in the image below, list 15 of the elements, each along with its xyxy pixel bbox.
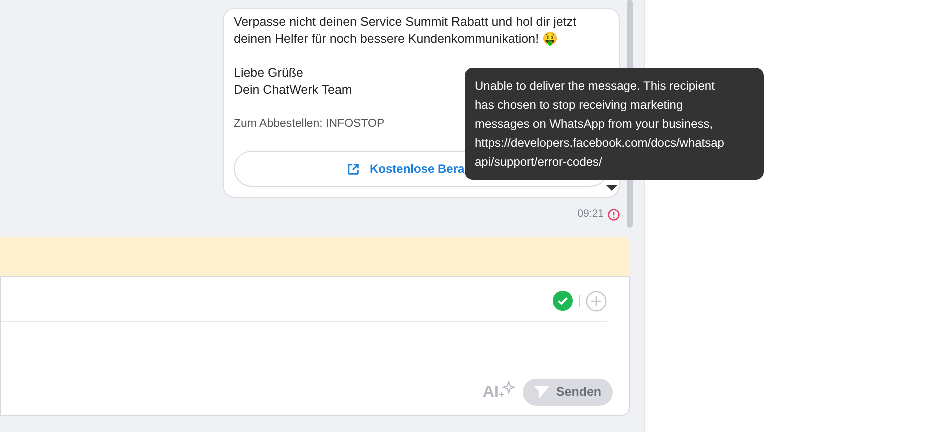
sparkle-icon: [499, 380, 515, 398]
external-link-icon: [347, 162, 360, 176]
message-text: Verpasse nicht deinen Service Summit Rabatt und hol dir jetzt deinen Helfer für noch bessere Kundenkommunikation! 🤑: [234, 14, 578, 48]
error-icon[interactable]: [608, 209, 620, 222]
send-icon: [534, 385, 550, 400]
tooltip-text: api/support/error-codes/: [475, 154, 602, 171]
ai-assist-button[interactable]: AI: [483, 380, 515, 404]
tooltip-arrow: [606, 185, 618, 191]
tooltip-text: Unable to deliver the message. This recipient: [475, 78, 715, 95]
tooltip-text: has chosen to stop receiving marketing: [475, 97, 684, 114]
tooltip-text: messages on WhatsApp from your business,: [475, 116, 714, 133]
unsubscribe-note: Zum Abbestellen: INFOSTOP: [234, 117, 385, 132]
message-time: 09:21: [578, 207, 604, 222]
message-text: Liebe Grüße Dein ChatWerk Team: [234, 65, 352, 99]
tooltip-text: https://developers.facebook.com/docs/whatsap: [475, 135, 724, 152]
